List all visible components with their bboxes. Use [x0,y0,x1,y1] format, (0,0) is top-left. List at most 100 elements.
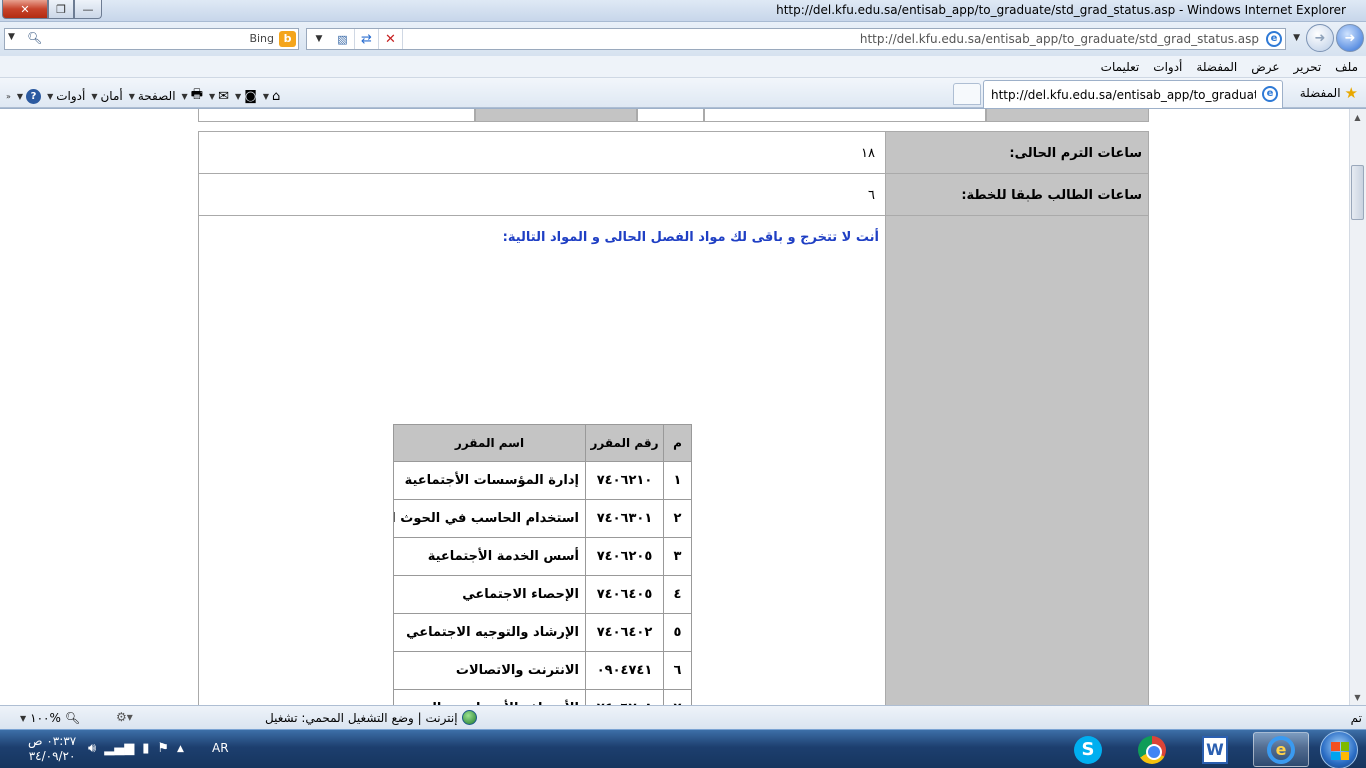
vertical-scrollbar[interactable]: ▲ ▼ [1349,109,1366,705]
print-button[interactable]: ▼ 🖶 [182,85,203,107]
course-number: ٢ [663,499,692,538]
command-bar: المفضلة ★ e http://del.kfu.edu.sa/entisa… [0,78,1366,108]
page-dropdown-icon: ▼ [128,91,135,101]
course-code: ٧٤٠٦٤٠٥ [585,575,664,614]
globe-icon [461,710,477,725]
fragment-cell [198,109,475,122]
stop-icon[interactable]: ✕ [379,29,403,49]
favorites-button[interactable]: المفضلة ★ [1300,84,1358,102]
home-button[interactable]: ▼ ⌂ [263,89,280,104]
course-number: ٣ [663,537,692,576]
menu-list: ملف تحرير عرض المفضلة أدوات تعليمات [1101,60,1358,74]
zoom-control[interactable]: ▼ ١٠٠% 🔍︎ [20,711,80,725]
page-viewport: ساعات الترم الحالى: ١٨ ساعات الطالب طبقا… [0,108,1366,705]
taskbar-skype[interactable]: S [1060,732,1116,767]
help-dropdown-icon: ▼ [16,91,24,101]
column-header-code: رقم المقرر [585,424,664,462]
help-icon: ? [26,88,42,104]
help-button[interactable]: ▼ ? [16,88,42,104]
compatibility-view-icon[interactable]: ▧ [331,29,355,49]
address-dropdown-icon[interactable]: ▼ [307,29,331,49]
status-bar: تم إنترنت | وضع التشغيل المحمي: تشغيل ⚙︎… [0,705,1366,729]
forward-button[interactable]: ➜ [1306,24,1334,52]
status-done: تم [1350,711,1362,725]
clock[interactable]: ٠٣:٣٧ ص ٣٤/٠٩/٢٠ [28,734,76,764]
refresh-icon[interactable]: ⇄ [355,29,379,49]
feeds-button[interactable]: ▼ ◙ [235,89,257,104]
course-number: ٧ [663,689,692,705]
empty-label-cell [885,216,1148,705]
minimize-button[interactable]: — [74,0,102,19]
scroll-up-icon[interactable]: ▲ [1349,109,1366,126]
table-row: ٦ ٠٩٠٤٧٤١ الانترنت والاتصالات [393,651,692,690]
security-zone[interactable]: إنترنت | وضع التشغيل المحمي: تشغيل [265,710,477,725]
menu-help[interactable]: تعليمات [1101,60,1140,74]
fragment-cell [475,109,637,122]
taskbar-ie[interactable]: e [1253,732,1309,767]
rss-icon: ◙ [244,88,257,104]
table-row: ٣ ٧٤٠٦٢٠٥ أسس الخدمة الأجتماعية [393,537,692,576]
search-icon[interactable]: 🔍︎ [27,31,42,45]
course-code: ٧٤٠٦٢٠٥ [585,537,664,576]
mail-icon: ✉ [218,88,230,104]
menu-view[interactable]: عرض [1251,60,1279,74]
tab-ie-icon: e [1262,86,1278,102]
mail-button[interactable]: ▼ ✉ [209,89,229,104]
word-icon: W [1202,735,1228,764]
back-button[interactable]: ➜ [1336,24,1364,52]
scroll-down-icon[interactable]: ▼ [1349,689,1366,705]
menu-tools[interactable]: أدوات [1153,60,1182,74]
show-hidden-icons-icon[interactable]: ▲ [177,744,184,754]
search-dropdown-icon[interactable]: ▼ [8,32,15,42]
scroll-thumb[interactable] [1351,165,1364,220]
new-tab-button[interactable] [953,83,981,105]
term-hours-value: ١٨ [199,132,885,173]
course-code: ٧٤٠٦٣٠١ [585,499,664,538]
graduation-status-table: ساعات الترم الحالى: ١٨ ساعات الطالب طبقا… [198,131,1149,705]
tools-dropdown-icon: ▼ [47,91,54,101]
taskbar-word[interactable]: W [1187,732,1243,767]
browser-tab[interactable]: e http://del.kfu.edu.sa/entisab_app/to_g… [983,80,1283,108]
remaining-courses-cell: أنت لا تتخرج و باقى لك مواد الفصل الحالى… [199,216,885,705]
plan-hours-label: ساعات الطالب طبقا للخطة: [885,174,1148,215]
more-commands-icon[interactable]: » [6,92,11,101]
volume-icon[interactable]: 🔊︎ [88,741,96,756]
maximize-button[interactable]: ❐ [48,0,74,19]
action-center-flag-icon[interactable]: ⚑ [157,741,169,756]
table-row: ٥ ٧٤٠٦٤٠٢ الإرشاد والتوجيه الاجتماعي [393,613,692,652]
power-icon[interactable]: ▮ [142,741,149,756]
page-button[interactable]: ▼ الصفحة [129,89,176,103]
page-label: الصفحة [137,89,176,103]
print-dropdown-icon: ▼ [181,91,188,101]
system-tray: ٠٣:٣٧ ص ٣٤/٠٩/٢٠ 🔊︎ ▂▄▆ ▮ ⚑ ▲ AR [0,730,245,768]
tools-button[interactable]: ▼ أدوات [47,89,85,103]
address-field[interactable]: ▼ ▧ ⇄ ✕ http://del.kfu.edu.sa/entisab_ap… [306,28,1286,50]
protected-mode-icon[interactable]: ⚙︎▾ [116,710,133,724]
skype-icon: S [1074,735,1102,764]
taskbar-chrome[interactable] [1124,732,1180,767]
course-number: ٥ [663,613,692,652]
address-tools: ▼ ▧ ⇄ ✕ [307,29,403,49]
term-hours-row: ساعات الترم الحالى: ١٨ [199,132,1148,174]
search-input[interactable]: ▼ 🔍︎ Bing b [4,28,299,50]
internet-explorer-icon: e [1267,735,1295,764]
address-url[interactable]: http://del.kfu.edu.sa/entisab_app/to_gra… [860,32,1259,46]
favorites-label: المفضلة [1299,86,1341,100]
menu-file[interactable]: ملف [1335,60,1358,74]
zoom-level: ١٠٠% [30,711,61,725]
language-indicator[interactable]: AR [212,741,229,755]
star-icon: ★ [1344,84,1358,102]
close-button[interactable]: ✕ [2,0,48,19]
menu-edit[interactable]: تحرير [1294,60,1322,74]
mail-dropdown-icon: ▼ [208,91,216,101]
title-bar: ✕ ❐ — http://del.kfu.edu.sa/entisab_app/… [0,0,1366,22]
recent-pages-dropdown-icon[interactable]: ▼ [1293,33,1300,43]
course-number: ٦ [663,651,692,690]
window-title: http://del.kfu.edu.sa/entisab_app/to_gra… [776,3,1346,17]
network-signal-icon[interactable]: ▂▄▆ [104,741,134,756]
fragment-cell [637,109,704,122]
start-button[interactable] [1320,731,1358,768]
safety-button[interactable]: ▼ أمان [91,89,122,103]
menu-favorites[interactable]: المفضلة [1196,60,1237,74]
table-header-row: م رقم المقرر اسم المقرر [393,424,692,462]
